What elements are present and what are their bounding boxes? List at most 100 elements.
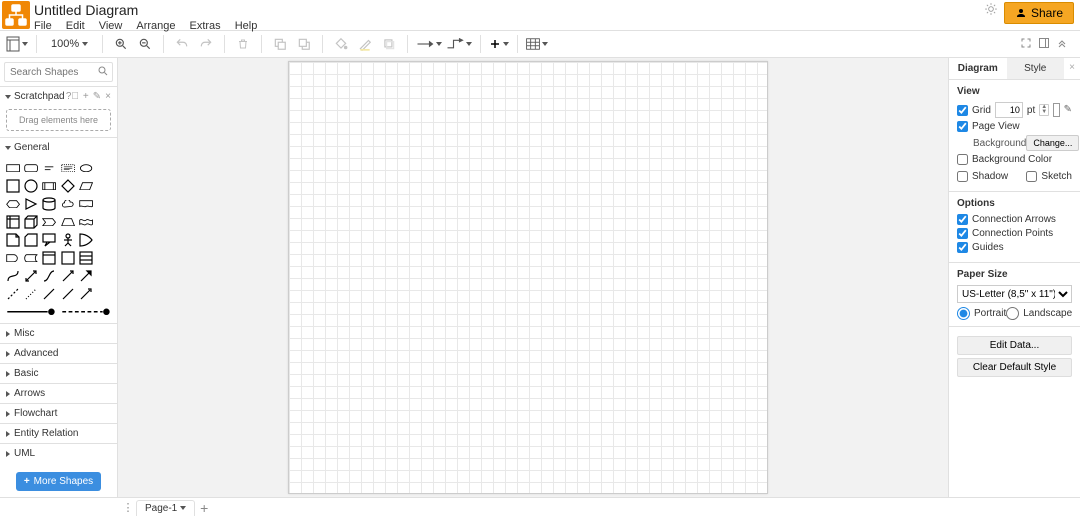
- scratchpad-close-icon[interactable]: ×: [105, 91, 111, 102]
- shape-line[interactable]: [42, 287, 56, 301]
- shape-line2[interactable]: [61, 287, 75, 301]
- grid-size-input[interactable]: [995, 102, 1023, 118]
- zoom-level[interactable]: 100%: [45, 38, 94, 50]
- scratchpad-dropzone[interactable]: Drag elements here: [6, 109, 111, 131]
- shape-tape[interactable]: [79, 215, 93, 229]
- connection-arrows-checkbox[interactable]: [957, 214, 968, 225]
- shape-note[interactable]: [6, 233, 20, 247]
- guides-checkbox[interactable]: [957, 242, 968, 253]
- shape-circle[interactable]: [24, 179, 38, 193]
- collapse-icon[interactable]: [1056, 37, 1068, 52]
- shape-ellipse[interactable]: [79, 161, 93, 175]
- connection-style-menu[interactable]: [416, 34, 442, 54]
- page-tab-1[interactable]: Page-1: [136, 500, 195, 516]
- scratchpad-edit-icon[interactable]: ✎: [93, 91, 101, 102]
- fullscreen-icon[interactable]: [1020, 37, 1032, 52]
- shape-textbox[interactable]: [61, 161, 75, 175]
- add-page-button[interactable]: +: [195, 500, 213, 516]
- menu-help[interactable]: Help: [235, 20, 258, 32]
- category-flowchart[interactable]: Flowchart: [0, 403, 117, 423]
- shape-triangle[interactable]: [24, 197, 38, 211]
- more-shapes-button[interactable]: +More Shapes: [16, 472, 101, 491]
- shape-container2[interactable]: [61, 251, 75, 265]
- menu-arrange[interactable]: Arrange: [136, 20, 175, 32]
- shape-s-curve[interactable]: [42, 269, 56, 283]
- background-color-checkbox[interactable]: [957, 154, 968, 165]
- undo-button[interactable]: [172, 34, 192, 54]
- category-general[interactable]: General: [0, 137, 117, 157]
- category-entity-relation[interactable]: Entity Relation: [0, 423, 117, 443]
- zoom-in-button[interactable]: [111, 34, 131, 54]
- format-panel-toggle-icon[interactable]: [1038, 37, 1050, 52]
- shape-dashed-line[interactable]: [6, 287, 20, 301]
- shape-cloud[interactable]: [61, 197, 75, 211]
- category-uml[interactable]: UML: [0, 443, 117, 463]
- grid-color-swatch[interactable]: [1053, 103, 1059, 117]
- menu-extras[interactable]: Extras: [190, 20, 221, 32]
- app-logo[interactable]: [2, 1, 30, 29]
- background-change-button[interactable]: Change...: [1026, 135, 1079, 151]
- category-basic[interactable]: Basic: [0, 363, 117, 383]
- category-misc[interactable]: Misc: [0, 323, 117, 343]
- shape-cube[interactable]: [24, 215, 38, 229]
- format-panel-close-icon[interactable]: ×: [1064, 58, 1080, 79]
- shape-callout[interactable]: [42, 233, 56, 247]
- shape-hexagon[interactable]: [6, 197, 20, 211]
- shape-and[interactable]: [6, 251, 20, 265]
- search-icon[interactable]: [97, 65, 109, 80]
- canvas[interactable]: [118, 58, 948, 497]
- shape-directional[interactable]: [79, 287, 93, 301]
- shape-step[interactable]: [42, 215, 56, 229]
- page-paper[interactable]: [288, 61, 768, 494]
- connection-points-checkbox[interactable]: [957, 228, 968, 239]
- page-tab-caret-icon[interactable]: [180, 506, 186, 510]
- edit-data-button[interactable]: Edit Data...: [957, 336, 1072, 355]
- fill-color-button[interactable]: [331, 34, 351, 54]
- shape-link-dashed[interactable]: [61, 305, 112, 319]
- zoom-out-button[interactable]: [135, 34, 155, 54]
- share-button[interactable]: Share: [1004, 2, 1074, 24]
- shape-parallelogram[interactable]: [79, 179, 93, 193]
- category-advanced[interactable]: Advanced: [0, 343, 117, 363]
- tab-style[interactable]: Style: [1007, 58, 1065, 79]
- grid-size-stepper[interactable]: ▲▼: [1039, 104, 1049, 116]
- to-back-button[interactable]: [294, 34, 314, 54]
- shape-data-storage[interactable]: [24, 251, 38, 265]
- shape-cylinder[interactable]: [42, 197, 56, 211]
- shape-arrow[interactable]: [61, 269, 75, 283]
- shape-container[interactable]: [42, 251, 56, 265]
- shape-list[interactable]: [79, 251, 93, 265]
- shape-internal-storage[interactable]: [6, 215, 20, 229]
- portrait-radio[interactable]: [957, 307, 970, 320]
- sketch-checkbox[interactable]: [1026, 171, 1037, 182]
- paper-size-select[interactable]: US-Letter (8,5" x 11"): [957, 285, 1072, 303]
- to-front-button[interactable]: [270, 34, 290, 54]
- shape-square[interactable]: [6, 179, 20, 193]
- shadow-button[interactable]: [379, 34, 399, 54]
- menu-edit[interactable]: Edit: [66, 20, 85, 32]
- appearance-icon[interactable]: [984, 2, 998, 19]
- shape-trapezoid[interactable]: [61, 215, 75, 229]
- tab-diagram[interactable]: Diagram: [949, 58, 1007, 79]
- line-color-button[interactable]: [355, 34, 375, 54]
- landscape-radio[interactable]: [1006, 307, 1019, 320]
- shape-link-solid[interactable]: [6, 305, 57, 319]
- shape-card[interactable]: [24, 233, 38, 247]
- scratchpad-help-icon[interactable]: ?⃝: [66, 91, 79, 102]
- insert-menu[interactable]: [489, 34, 509, 54]
- shape-rounded-rectangle[interactable]: [24, 161, 38, 175]
- shape-rectangle[interactable]: [6, 161, 20, 175]
- redo-button[interactable]: [196, 34, 216, 54]
- shape-actor[interactable]: [61, 233, 75, 247]
- shape-or[interactable]: [79, 233, 93, 247]
- menu-file[interactable]: File: [34, 20, 52, 32]
- document-title[interactable]: Untitled Diagram: [34, 2, 257, 18]
- scratchpad-add-icon[interactable]: +: [83, 91, 89, 102]
- shape-curve[interactable]: [6, 269, 20, 283]
- pages-menu-icon[interactable]: ⋮: [120, 501, 136, 514]
- page-layout-menu[interactable]: [6, 34, 28, 54]
- shape-document[interactable]: [79, 197, 93, 211]
- clear-default-style-button[interactable]: Clear Default Style: [957, 358, 1072, 377]
- scratchpad-header[interactable]: Scratchpad ?⃝ + ✎ ×: [0, 86, 117, 106]
- delete-button[interactable]: [233, 34, 253, 54]
